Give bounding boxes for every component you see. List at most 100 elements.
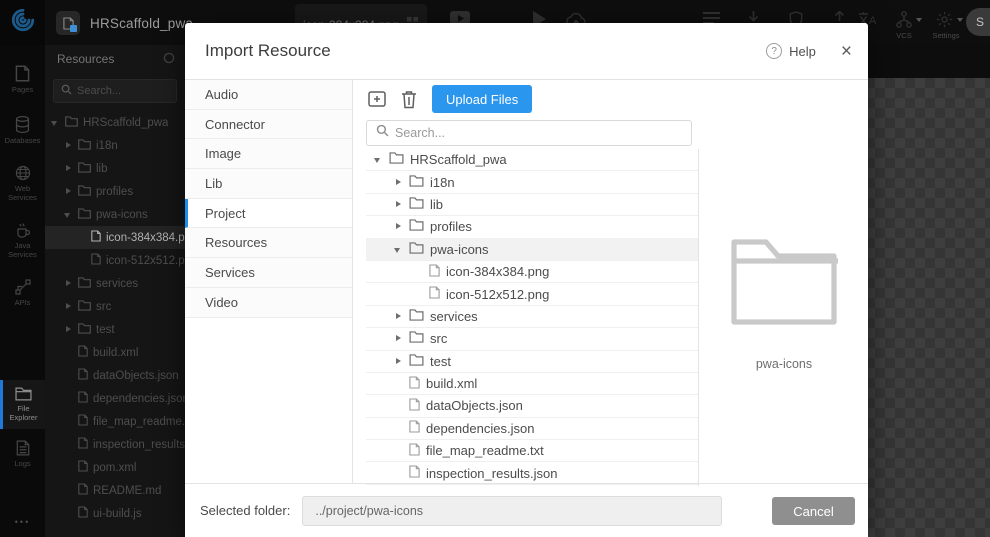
tree-caret-icon[interactable] <box>394 222 403 231</box>
explorer-tree-row[interactable]: icon-512x512.png <box>45 249 185 272</box>
category-item[interactable]: Video <box>185 287 352 318</box>
sidebar-item-file-explorer[interactable]: File Explorer <box>0 380 45 429</box>
explorer-tree-row[interactable]: HRScaffold_pwa <box>45 111 185 134</box>
app-logo[interactable] <box>0 0 45 45</box>
vcs-branch-icon[interactable] <box>896 11 912 28</box>
delete-icon[interactable] <box>398 87 420 111</box>
explorer-tree-row[interactable]: lib <box>45 157 185 180</box>
sidebar-item-web-services[interactable]: Web Services <box>0 158 45 209</box>
tree-caret-icon[interactable] <box>64 210 73 219</box>
tree-item-label: icon-512x512.png <box>106 254 185 267</box>
new-folder-button[interactable] <box>366 87 388 111</box>
dialog-tree-row[interactable]: src <box>366 328 698 351</box>
explorer-tree-row[interactable]: profiles <box>45 180 185 203</box>
explorer-tree-row[interactable]: build.xml <box>45 341 185 364</box>
explorer-tree-row[interactable]: pom.xml <box>45 456 185 479</box>
tree-caret-icon[interactable] <box>394 357 403 366</box>
category-item[interactable]: Lib <box>185 169 352 199</box>
settings-chevron-icon[interactable] <box>957 18 963 22</box>
explorer-tree-row[interactable]: icon-384x384.png <box>45 226 185 249</box>
dialog-search-input[interactable] <box>395 126 665 140</box>
dialog-tree-row[interactable]: icon-512x512.png <box>366 283 698 306</box>
sidebar-item-databases[interactable]: Databases <box>0 109 45 152</box>
explorer-tree-row[interactable]: ui-build.js <box>45 502 185 525</box>
tree-caret-icon[interactable] <box>64 164 73 173</box>
category-item[interactable]: Connector <box>185 109 352 140</box>
explorer-tree-row[interactable]: src <box>45 295 185 318</box>
dialog-tree-row[interactable]: lib <box>366 194 698 217</box>
tree-item-label: dependencies.json <box>426 420 535 436</box>
settings-label: Settings <box>932 31 960 40</box>
explorer-tree-row[interactable]: dataObjects.json <box>45 364 185 387</box>
tree-caret-icon[interactable] <box>374 155 383 164</box>
explorer-tree-row[interactable]: services <box>45 272 185 295</box>
tree-caret-icon[interactable] <box>64 302 73 311</box>
dialog-tree-row[interactable]: pwa-icons <box>366 238 698 261</box>
explorer-tree-row[interactable]: file_map_readme.txt <box>45 410 185 433</box>
sidebar-item-pages[interactable]: Pages <box>0 58 45 101</box>
logs-icon <box>16 440 30 456</box>
sidebar-item-java-services[interactable]: Java Services <box>0 215 45 266</box>
dialog-tree-row[interactable]: dataObjects.json <box>366 395 698 418</box>
dialog-search[interactable] <box>366 120 692 146</box>
tree-caret-icon[interactable] <box>394 312 403 321</box>
category-item[interactable]: Audio <box>185 80 352 110</box>
folder-icon <box>409 331 424 346</box>
dialog-tree-row[interactable]: dependencies.json <box>366 418 698 441</box>
tree-caret-icon[interactable] <box>394 245 403 254</box>
folder-icon <box>409 174 424 190</box>
tree-caret-icon[interactable] <box>394 178 403 187</box>
dialog-tree-row[interactable]: services <box>366 306 698 329</box>
tree-item-label: profiles <box>96 185 134 198</box>
tree-caret-icon[interactable] <box>394 200 403 209</box>
tree-caret-icon[interactable] <box>64 325 73 334</box>
explorer-tree-row[interactable]: i18n <box>45 134 185 157</box>
dialog-tree-row[interactable]: build.xml <box>366 373 698 396</box>
dialog-tree-row[interactable]: file_map_readme.txt <box>366 440 698 463</box>
explorer-tree-row[interactable]: README.md <box>45 479 185 502</box>
category-item[interactable]: Services <box>185 258 352 288</box>
tree-item-label: build.xml <box>426 376 478 392</box>
category-item[interactable]: Image <box>185 139 352 170</box>
project-title-chip[interactable]: HRScaffold_pwa <box>56 8 193 38</box>
dialog-tree-row[interactable]: test <box>366 351 698 373</box>
help-icon[interactable]: ? <box>766 43 783 59</box>
folder-icon <box>78 322 91 337</box>
dialog-tree-row[interactable]: icon-384x384.png <box>366 261 698 284</box>
tree-caret-icon[interactable] <box>64 187 73 196</box>
tree-caret-icon[interactable] <box>64 279 73 288</box>
help-link[interactable]: Help <box>789 44 816 59</box>
more-options-icon[interactable]: ••• <box>0 517 45 527</box>
logo-swirl-icon <box>10 7 36 38</box>
collapse-panel-icon[interactable] <box>163 52 175 67</box>
gear-icon[interactable] <box>936 11 953 28</box>
selected-folder-field[interactable] <box>302 495 723 526</box>
sidebar-item-apis[interactable]: APIs <box>0 272 45 314</box>
category-item[interactable]: Resources <box>185 228 352 259</box>
dialog-tree-row[interactable]: inspection_results.json <box>366 462 698 485</box>
cancel-button[interactable]: Cancel <box>772 497 855 525</box>
dialog-tree-row[interactable]: profiles <box>366 216 698 239</box>
resources-search-input[interactable] <box>77 85 167 97</box>
close-icon[interactable]: × <box>841 42 852 61</box>
import-resource-dialog: Import Resource ? Help × Audio Connector… <box>185 23 868 537</box>
explorer-tree-row[interactable]: dependencies.json <box>45 387 185 410</box>
dialog-header: Import Resource ? Help × <box>185 23 868 80</box>
dialog-tree-row[interactable]: i18n <box>366 171 698 194</box>
stage-pill-button[interactable]: S <box>966 8 990 36</box>
dialog-tree-row[interactable]: HRScaffold_pwa <box>366 149 698 172</box>
tree-caret-icon[interactable] <box>51 118 60 127</box>
vcs-chevron-icon[interactable] <box>916 18 922 22</box>
category-list: Audio Connector Image Lib Project Resour… <box>185 80 353 483</box>
category-item[interactable]: Project <box>185 198 352 229</box>
tree-item-label: HRScaffold_pwa <box>83 116 169 129</box>
explorer-tree-row[interactable]: test <box>45 318 185 341</box>
tree-caret-icon[interactable] <box>394 334 403 343</box>
explorer-tree-row[interactable]: pwa-icons <box>45 203 185 226</box>
sidebar-item-logs[interactable]: Logs <box>0 433 45 475</box>
upload-files-button[interactable]: Upload Files <box>432 85 533 113</box>
resources-search[interactable] <box>53 79 177 103</box>
tree-item-label: lib <box>96 162 108 175</box>
tree-caret-icon[interactable] <box>64 141 73 150</box>
explorer-tree-row[interactable]: inspection_results.json <box>45 433 185 456</box>
